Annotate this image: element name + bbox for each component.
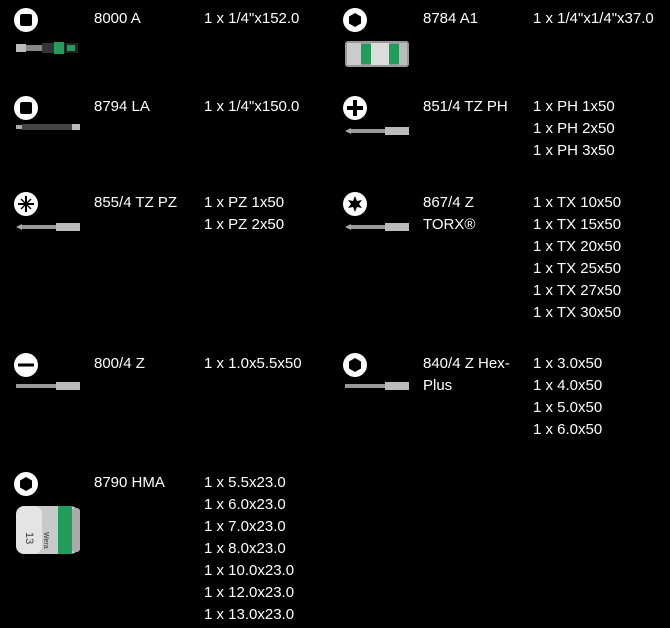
item-code: 867/4 Z TORX® [423, 194, 476, 233]
content-line: 1 x PH 2x50 [533, 120, 615, 137]
content-line: 1 x TX 25x50 [533, 260, 622, 277]
content-line: 1 x 5.0x50 [533, 399, 603, 416]
content-line: 1 x 10.0x23.0 [204, 562, 295, 579]
item-855-4-tz-pz: 855/4 TZ PZ 1 x PZ 1x50 1 x PZ 2x50 [14, 192, 334, 242]
content-line: 1 x 13.0x23.0 [204, 606, 295, 623]
item-contents: 1 x 3.0x50 1 x 4.0x50 1 x 5.0x50 1 x 6.0… [533, 353, 602, 441]
hex-plus-icon [343, 353, 367, 377]
content-line: 1 x 1/4"x1/4"x37.0 [533, 10, 654, 27]
bit-image [345, 382, 409, 390]
content-line: 1 x 7.0x23.0 [204, 518, 286, 535]
bit-image [345, 127, 409, 135]
content-line: 1 x PZ 2x50 [204, 216, 285, 233]
item-contents: 1 x PZ 1x50 1 x PZ 2x50 [204, 192, 284, 236]
socket-size-label: 13 [23, 532, 35, 544]
hex-socket-icon [14, 472, 38, 496]
content-line: 1 x 1/4"x152.0 [204, 10, 300, 27]
content-line: 1 x 12.0x23.0 [204, 584, 295, 601]
content-line: 1 x TX 27x50 [533, 282, 622, 299]
item-8790-hma: 13 Wera 8790 HMA 1 x 5.5x23.0 1 x 6.0x23… [14, 472, 334, 627]
content-line: 1 x 4.0x50 [533, 377, 603, 394]
item-contents: 1 x 1/4"x152.0 [204, 8, 299, 30]
item-code: 8794 LA [94, 98, 150, 115]
phillips-icon [343, 96, 367, 120]
item-contents: 1 x 1/4"x1/4"x37.0 [533, 8, 654, 30]
brand-mark: Wera [42, 532, 49, 549]
content-line: 1 x TX 15x50 [533, 216, 622, 233]
item-contents: 1 x 1/4"x150.0 [204, 96, 299, 118]
item-8000-a: 8000 A 1 x 1/4"x152.0 [14, 8, 334, 58]
content-line: 1 x PH 3x50 [533, 142, 615, 159]
content-line: 1 x 1/4"x150.0 [204, 98, 300, 115]
bit-image [16, 382, 80, 390]
item-contents: 1 x 1.0x5.5x50 [204, 353, 302, 375]
item-contents: 1 x PH 1x50 1 x PH 2x50 1 x PH 3x50 [533, 96, 615, 162]
hex-socket-icon [343, 8, 367, 32]
item-contents: 1 x 5.5x23.0 1 x 6.0x23.0 1 x 7.0x23.0 1… [204, 472, 294, 626]
content-line: 1 x 3.0x50 [533, 355, 603, 372]
item-code: 8000 A [94, 10, 141, 27]
content-line: 1 x 6.0x23.0 [204, 496, 286, 513]
content-line: 1 x TX 20x50 [533, 238, 622, 255]
item-contents: 1 x TX 10x50 1 x TX 15x50 1 x TX 20x50 1… [533, 192, 621, 324]
content-line: 1 x 8.0x23.0 [204, 540, 286, 557]
item-code: 840/4 Z Hex- Plus [423, 355, 510, 394]
square-drive-icon [14, 8, 38, 32]
content-line: 1 x 1.0x5.5x50 [204, 355, 302, 372]
content-line: 1 x TX 30x50 [533, 304, 622, 321]
extension-bar-image [16, 124, 80, 130]
item-code: 851/4 TZ PH [423, 98, 508, 115]
pozidriv-icon [14, 192, 38, 216]
content-line: 1 x TX 10x50 [533, 194, 622, 211]
item-840-4-z-hex-plus: 840/4 Z Hex- Plus 1 x 3.0x50 1 x 4.0x50 … [343, 353, 670, 443]
content-line: 1 x 6.0x50 [533, 421, 603, 438]
slotted-icon [14, 353, 38, 377]
ratchet-tool-image [16, 42, 78, 54]
item-800-4-z: 800/4 Z 1 x 1.0x5.5x50 [14, 353, 334, 398]
bit-image [16, 223, 80, 231]
item-8784-a1: 8784 A1 1 x 1/4"x1/4"x37.0 [343, 8, 670, 68]
content-line: 1 x PZ 1x50 [204, 194, 285, 211]
adapter-tool-image [345, 41, 409, 67]
item-code: 800/4 Z [94, 355, 145, 372]
torx-icon [343, 192, 367, 216]
content-line: 1 x 5.5x23.0 [204, 474, 286, 491]
square-drive-icon [14, 96, 38, 120]
socket-tool-image: 13 Wera [16, 506, 80, 554]
item-code: 8790 HMA [94, 474, 165, 491]
item-8794-la: 8794 LA 1 x 1/4"x150.0 [14, 96, 334, 136]
item-code: 8784 A1 [423, 10, 479, 27]
item-851-4-tz-ph: 851/4 TZ PH 1 x PH 1x50 1 x PH 2x50 1 x … [343, 96, 670, 166]
content-line: 1 x PH 1x50 [533, 98, 615, 115]
item-867-4-z-torx: 867/4 Z TORX® 1 x TX 10x50 1 x TX 15x50 … [343, 192, 670, 327]
item-code: 855/4 TZ PZ [94, 194, 178, 211]
bit-image [345, 223, 409, 231]
